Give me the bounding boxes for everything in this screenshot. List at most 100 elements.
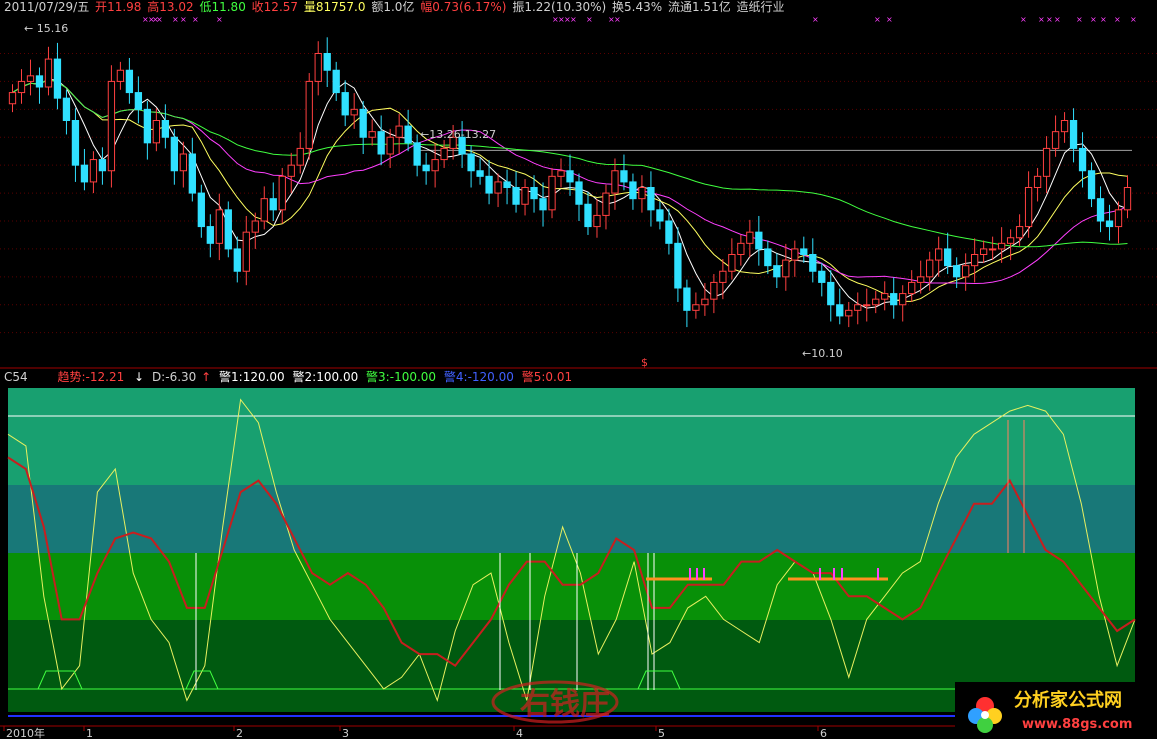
x-tick-label: 2010年 <box>6 726 45 739</box>
candle-down <box>467 153 475 172</box>
candle-down <box>809 254 817 272</box>
signal-mark: × <box>172 15 179 24</box>
band-top <box>8 388 1135 485</box>
signal-mark: × <box>216 15 223 24</box>
candle-down <box>53 58 62 99</box>
header-change-label: 幅 <box>420 0 432 14</box>
candle-down <box>197 192 205 228</box>
low-marker: ←10.10 <box>802 347 843 360</box>
candle-down <box>620 170 628 183</box>
x-tick-label: 3 <box>342 727 349 739</box>
signal-mark: × <box>614 15 621 24</box>
watermark-right-url: www.88gs.com <box>1022 717 1132 732</box>
header-amplitude: 1.22(10.30%) <box>524 0 606 14</box>
header-low-label: 低 <box>199 0 211 14</box>
alert3-label: 警3: <box>366 369 390 384</box>
header-industry: 造纸行业 <box>737 0 785 14</box>
candle-up <box>737 242 745 255</box>
candle-down <box>161 120 170 138</box>
signal-mark: × <box>1046 15 1053 24</box>
signal-mark: × <box>1130 15 1137 24</box>
candle-down <box>71 120 80 166</box>
header-turnover-label: 换 <box>612 0 624 14</box>
header-low: 11.80 <box>211 0 245 14</box>
candle-up <box>215 209 223 244</box>
candle-up <box>494 181 502 194</box>
alert5-label: 警5: <box>522 369 546 384</box>
candle-up <box>179 153 187 172</box>
header-high: 13.02 <box>159 0 193 14</box>
x-tick-label: 2 <box>236 727 243 739</box>
candle-up <box>440 147 448 161</box>
candle-up <box>791 248 799 261</box>
candle-down <box>944 248 952 267</box>
signal-mark: × <box>874 15 881 24</box>
candle-up <box>1114 209 1123 228</box>
header-turnover: 5.43% <box>624 0 662 14</box>
candle-down <box>404 125 412 144</box>
candle-up <box>521 187 529 205</box>
candle-up <box>260 198 268 222</box>
candle-down <box>647 187 655 211</box>
candle-up <box>26 75 35 82</box>
header-open-label: 开 <box>95 0 107 14</box>
candle-up <box>638 187 646 200</box>
candle-up <box>845 309 853 317</box>
candle-down <box>539 198 547 211</box>
header-volume: 81757.0 <box>316 0 366 14</box>
candle-down <box>575 181 583 205</box>
alert2-value: 100.00 <box>316 370 358 384</box>
candle-up <box>917 276 925 283</box>
candle-up <box>1006 237 1015 244</box>
candle-up <box>746 231 754 244</box>
candle-down <box>233 248 241 272</box>
indicator-name: C54 <box>4 370 28 384</box>
header-float-label: 流通 <box>668 0 692 14</box>
candle-down <box>80 164 89 183</box>
candle-up <box>593 214 601 228</box>
alert2-label: 警2: <box>293 369 317 384</box>
candle-down <box>332 69 340 94</box>
candle-up <box>305 80 313 149</box>
signal-mark: × <box>1076 15 1083 24</box>
signal-mark: × <box>156 15 163 24</box>
candle-up <box>611 170 619 194</box>
candle-up <box>692 304 700 311</box>
candle-down <box>1069 120 1078 149</box>
candle-up <box>314 53 322 82</box>
candle-up <box>116 69 125 82</box>
candle-up <box>962 265 970 278</box>
candle-up <box>935 248 943 261</box>
header-amplitude-label: 振 <box>512 0 524 14</box>
candle-down <box>98 159 107 172</box>
header-float: 1.51亿 <box>692 0 731 14</box>
header-open: 11.98 <box>107 0 141 14</box>
candle-down <box>1105 220 1114 228</box>
candle-down <box>656 209 664 222</box>
candle-up <box>350 108 358 116</box>
candle-down <box>764 248 772 267</box>
candle-down <box>377 131 385 155</box>
candle-up <box>1015 226 1024 239</box>
header-date: 2011/07/29/五 <box>4 0 89 14</box>
alert5-value: 0.01 <box>545 370 572 384</box>
candle-up <box>548 175 556 211</box>
candle-up <box>701 298 709 306</box>
candle-up <box>926 259 934 278</box>
header-change: 0.73(6.17%) <box>432 0 506 14</box>
candle-up <box>1060 120 1069 133</box>
dollar-marker: $ <box>641 356 648 369</box>
signal-mark: × <box>570 15 577 24</box>
candle-down <box>413 142 421 166</box>
trend-value: -12.21 <box>86 370 125 384</box>
candle-down <box>359 108 367 138</box>
candle-up <box>782 259 790 278</box>
d-value: -6.30 <box>165 370 196 384</box>
candle-down <box>755 231 763 250</box>
candle-up <box>107 80 116 172</box>
header-amount: 1.0亿 <box>383 0 414 14</box>
candle-up <box>1051 131 1060 149</box>
candle-down <box>683 287 691 311</box>
band-green <box>8 553 1135 620</box>
candle-up <box>278 175 286 211</box>
